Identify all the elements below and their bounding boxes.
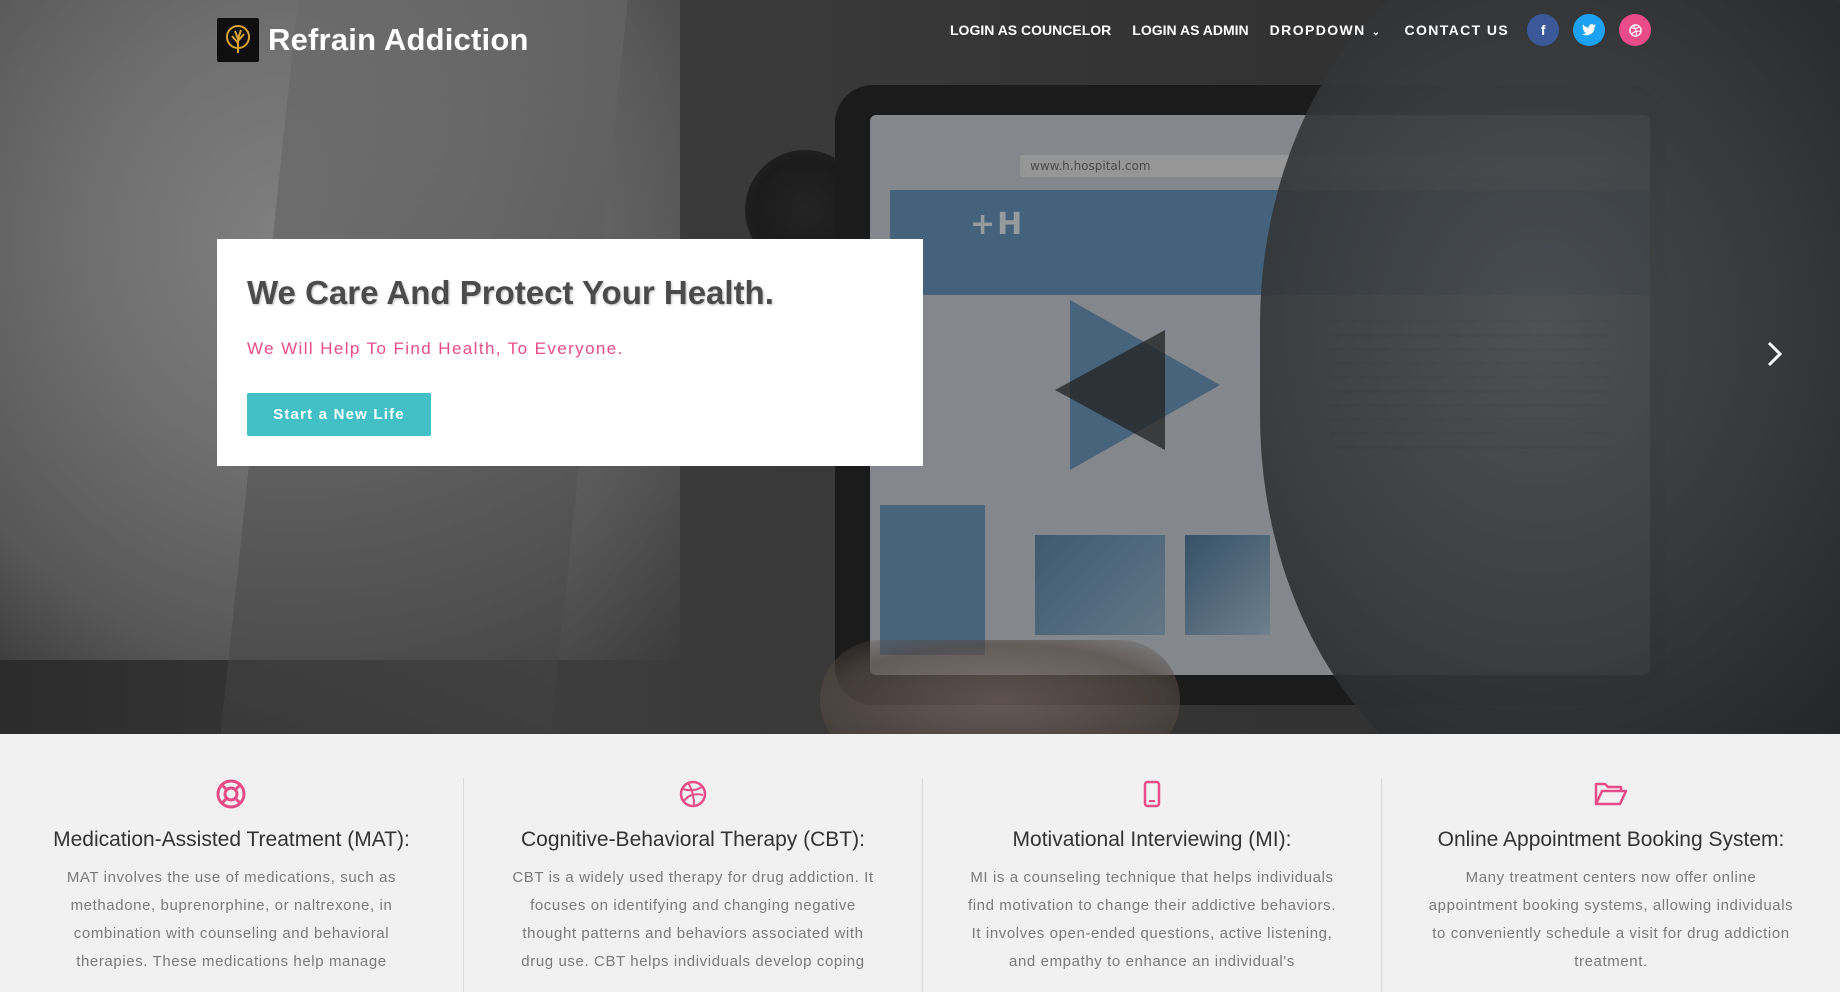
brand-logo-link[interactable]: Refrain Addiction xyxy=(217,18,529,62)
feature-mi: Motivational Interviewing (MI): MI is a … xyxy=(921,778,1381,992)
hero-title: We Care And Protect Your Health. xyxy=(247,274,774,311)
nav-dropdown[interactable]: DROPDOWN ⌄ xyxy=(1270,22,1382,38)
feature-title: Online Appointment Booking System: xyxy=(1437,828,1785,851)
feature-booking: Online Appointment Booking System: Many … xyxy=(1380,778,1840,992)
facebook-icon[interactable]: f xyxy=(1527,14,1560,46)
hero-subtitle: We Will Help To Find Health, To Everyone… xyxy=(247,339,624,358)
nav-dropdown-label: DROPDOWN xyxy=(1269,22,1366,38)
features-section: Medication-Assisted Treatment (MAT): MAT… xyxy=(0,734,1840,992)
chevron-right-icon[interactable] xyxy=(1763,340,1787,370)
brand-name: Refrain Addiction xyxy=(268,22,529,57)
nav-login-counselor[interactable]: LOGIN AS COUNCELOR xyxy=(950,22,1111,38)
feature-title: Motivational Interviewing (MI): xyxy=(1012,828,1292,851)
feature-text: MI is a counseling technique that helps … xyxy=(967,869,1337,970)
nav-contact-us[interactable]: CONTACT US xyxy=(1404,22,1509,38)
feature-title: Cognitive-Behavioral Therapy (CBT): xyxy=(521,828,865,851)
main-nav: LOGIN AS COUNCELOR LOGIN AS ADMIN DROPDO… xyxy=(950,14,1652,46)
feature-cbt: Cognitive-Behavioral Therapy (CBT): CBT … xyxy=(462,778,922,992)
hero-section: www.h.hospital.com +H Refrain Addiction … xyxy=(0,0,1840,734)
tree-head-logo-icon xyxy=(217,18,259,62)
twitter-icon[interactable] xyxy=(1573,14,1606,46)
dribbble-ball-icon xyxy=(494,778,892,810)
mobile-phone-icon xyxy=(953,778,1351,810)
hero-card: We Care And Protect Your Health. We Will… xyxy=(217,239,923,466)
life-ring-icon xyxy=(30,778,433,810)
feature-title: Medication-Assisted Treatment (MAT): xyxy=(53,828,410,851)
nav-login-admin[interactable]: LOGIN AS ADMIN xyxy=(1132,22,1248,38)
feature-text: Many treatment centers now offer online … xyxy=(1428,869,1794,970)
feature-text: CBT is a widely used therapy for drug ad… xyxy=(512,869,874,970)
chevron-down-icon: ⌄ xyxy=(1371,27,1382,38)
open-folder-icon xyxy=(1412,778,1810,810)
start-new-life-button[interactable]: Start a New Life xyxy=(247,393,431,436)
feature-mat: Medication-Assisted Treatment (MAT): MAT… xyxy=(0,778,463,992)
dribbble-icon[interactable] xyxy=(1619,14,1652,46)
feature-text: MAT involves the use of medications, suc… xyxy=(66,869,397,970)
